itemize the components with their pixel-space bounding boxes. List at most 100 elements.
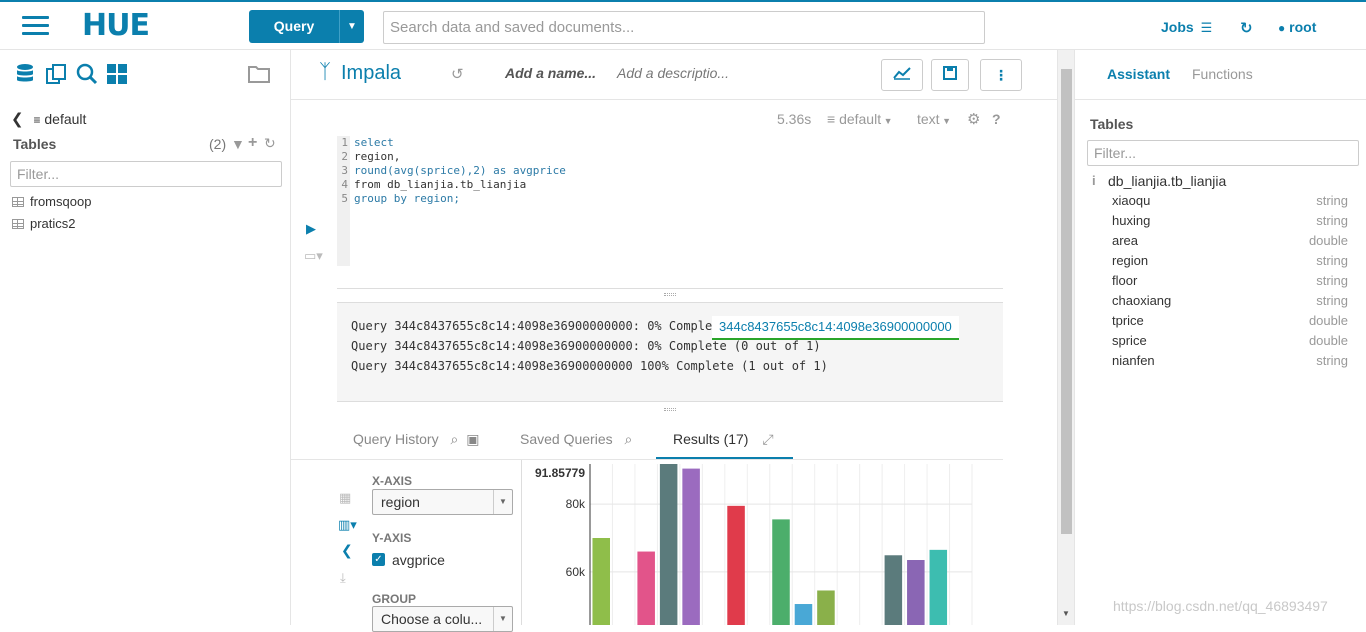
column-name[interactable]: floor xyxy=(1112,273,1137,288)
scroll-down-icon[interactable]: ▼ xyxy=(1062,609,1070,618)
resize-handle[interactable] xyxy=(664,293,676,296)
save-button[interactable] xyxy=(931,59,969,91)
user-label[interactable]: root xyxy=(1289,19,1316,35)
code-line[interactable]: select xyxy=(354,136,566,150)
map-icon[interactable]: ▭▾ xyxy=(304,248,323,264)
calendar-x-icon[interactable]: ▣ xyxy=(466,431,479,447)
run-play-icon[interactable]: ▶ xyxy=(306,221,316,237)
database-icon[interactable] xyxy=(15,63,35,90)
bar-chart-icon[interactable]: ▥▾ xyxy=(338,517,357,533)
tab-saved-queries[interactable]: Saved Queries ⌕ xyxy=(520,431,632,448)
user-menu[interactable]: ● root xyxy=(1278,19,1316,35)
snippet-name-field[interactable]: Add a name... xyxy=(505,65,596,81)
column-name[interactable]: nianfen xyxy=(1112,353,1155,368)
search-icon[interactable] xyxy=(76,63,98,90)
table-item[interactable]: fromsqoop xyxy=(12,194,91,209)
table-item[interactable]: pratics2 xyxy=(12,216,76,231)
search-icon[interactable]: ⌕ xyxy=(625,431,633,447)
chart-bar[interactable] xyxy=(727,505,745,625)
tab-label[interactable]: Results (17) xyxy=(673,431,748,447)
assistant-filter-input[interactable]: Filter... xyxy=(1087,140,1359,166)
code-line[interactable]: from db_lianjia.tb_lianjia xyxy=(354,178,566,192)
folder-open-icon[interactable] xyxy=(248,64,272,87)
search-icon[interactable]: ⌕ xyxy=(450,431,458,447)
chart-bar[interactable] xyxy=(592,538,610,625)
tables-filter-input[interactable]: Filter... xyxy=(10,161,282,187)
hamburger-menu-icon[interactable] xyxy=(22,16,49,36)
grid-view-icon[interactable]: ▦ xyxy=(339,490,351,506)
more-options-button[interactable]: ⋮ xyxy=(980,59,1022,91)
snippet-description-field[interactable]: Add a descriptio... xyxy=(617,65,729,81)
scrollbar-thumb[interactable] xyxy=(1061,69,1072,534)
group-select[interactable]: Choose a colu... ▼ xyxy=(372,606,513,632)
settings-gear-icon[interactable]: ⚙ xyxy=(967,110,980,128)
database-breadcrumb[interactable]: ❮ ≡ default xyxy=(11,110,86,128)
code-line[interactable]: round(avg(sprice),2) as avgprice xyxy=(354,164,566,178)
impala-icon: ᛉ xyxy=(319,61,331,83)
jobs-link[interactable]: Jobs ☰ xyxy=(1161,19,1212,36)
query-button-label[interactable]: Query xyxy=(249,10,339,43)
table-name[interactable]: pratics2 xyxy=(30,216,76,231)
tab-query-history[interactable]: Query History ⌕ ▣ xyxy=(353,431,479,448)
chevron-down-icon[interactable]: ▼ xyxy=(339,10,364,43)
x-axis-select[interactable]: region ▼ xyxy=(372,489,513,515)
column-name[interactable]: tprice xyxy=(1112,313,1144,328)
chart-bar[interactable] xyxy=(637,551,655,625)
column-name[interactable]: sprice xyxy=(1112,333,1147,348)
database-name[interactable]: default xyxy=(44,111,86,127)
filter-icon[interactable]: ▼ xyxy=(231,136,245,152)
chart-bar[interactable] xyxy=(907,560,925,625)
global-search-input[interactable]: Search data and saved documents... xyxy=(383,11,985,44)
chart-bar[interactable] xyxy=(929,549,948,625)
download-icon[interactable]: ⤓ xyxy=(340,570,346,586)
y-axis-checkbox[interactable]: ✓ xyxy=(372,553,385,566)
tab-assistant[interactable]: Assistant xyxy=(1107,66,1170,82)
chart-bar[interactable] xyxy=(772,519,790,625)
jobs-label[interactable]: Jobs xyxy=(1161,19,1194,35)
dropdown-arrow-icon[interactable]: ▼ xyxy=(493,490,512,514)
code-lines[interactable]: select region, round(avg(sprice),2) as a… xyxy=(354,136,566,206)
refresh-icon[interactable]: ↻ xyxy=(264,135,276,152)
column-name[interactable]: area xyxy=(1112,233,1138,248)
line-chart-icon xyxy=(893,67,911,80)
column-name[interactable]: chaoxiang xyxy=(1112,293,1171,308)
query-button[interactable]: Query ▼ xyxy=(249,10,364,43)
vertical-scrollbar[interactable]: ▼ xyxy=(1057,50,1074,625)
chart-bar[interactable] xyxy=(884,555,903,625)
format-selector-label[interactable]: text xyxy=(917,111,940,127)
assistant-table-name[interactable]: db_lianjia.tb_lianjia xyxy=(1108,173,1226,189)
chevron-left-icon[interactable]: ❮ xyxy=(11,111,24,128)
grid-icon[interactable] xyxy=(107,64,127,89)
database-selector-label[interactable]: default xyxy=(839,111,881,127)
tab-results[interactable]: Results (17) ⤢ xyxy=(656,431,793,459)
hue-logo[interactable]: HUE xyxy=(82,8,150,43)
chart-button[interactable] xyxy=(881,59,923,91)
tables-heading: Tables xyxy=(1090,116,1134,132)
column-name[interactable]: huxing xyxy=(1112,213,1150,228)
column-name[interactable]: xiaoqu xyxy=(1112,193,1150,208)
chart-bar[interactable] xyxy=(659,464,678,625)
format-selector[interactable]: text ▼ xyxy=(917,111,951,127)
expand-icon[interactable]: ⤢ xyxy=(762,431,773,447)
info-icon[interactable]: i xyxy=(1092,173,1096,188)
tab-functions[interactable]: Functions xyxy=(1192,66,1253,82)
table-name[interactable]: fromsqoop xyxy=(30,194,91,209)
help-icon[interactable]: ? xyxy=(992,111,1001,127)
chevron-left-icon[interactable]: ❮ xyxy=(341,542,353,559)
history-icon[interactable]: ↺ xyxy=(451,65,464,83)
code-line[interactable]: region, xyxy=(354,150,566,164)
chart-bar[interactable] xyxy=(794,604,813,625)
resize-handle[interactable] xyxy=(664,408,676,411)
tab-label[interactable]: Query History xyxy=(353,431,439,447)
dropdown-arrow-icon[interactable]: ▼ xyxy=(493,607,512,631)
tab-label[interactable]: Saved Queries xyxy=(520,431,613,447)
column-name[interactable]: region xyxy=(1112,253,1148,268)
code-line[interactable]: group by region; xyxy=(354,192,566,206)
chart-bar[interactable] xyxy=(817,590,835,625)
x-axis-value[interactable]: region xyxy=(381,494,420,510)
history-icon[interactable]: ↻ xyxy=(1240,19,1253,37)
add-icon[interactable]: + xyxy=(248,134,257,152)
database-selector[interactable]: ≡ default ▼ xyxy=(827,111,893,127)
documents-icon[interactable] xyxy=(45,63,67,90)
chart-bar[interactable] xyxy=(682,468,700,625)
